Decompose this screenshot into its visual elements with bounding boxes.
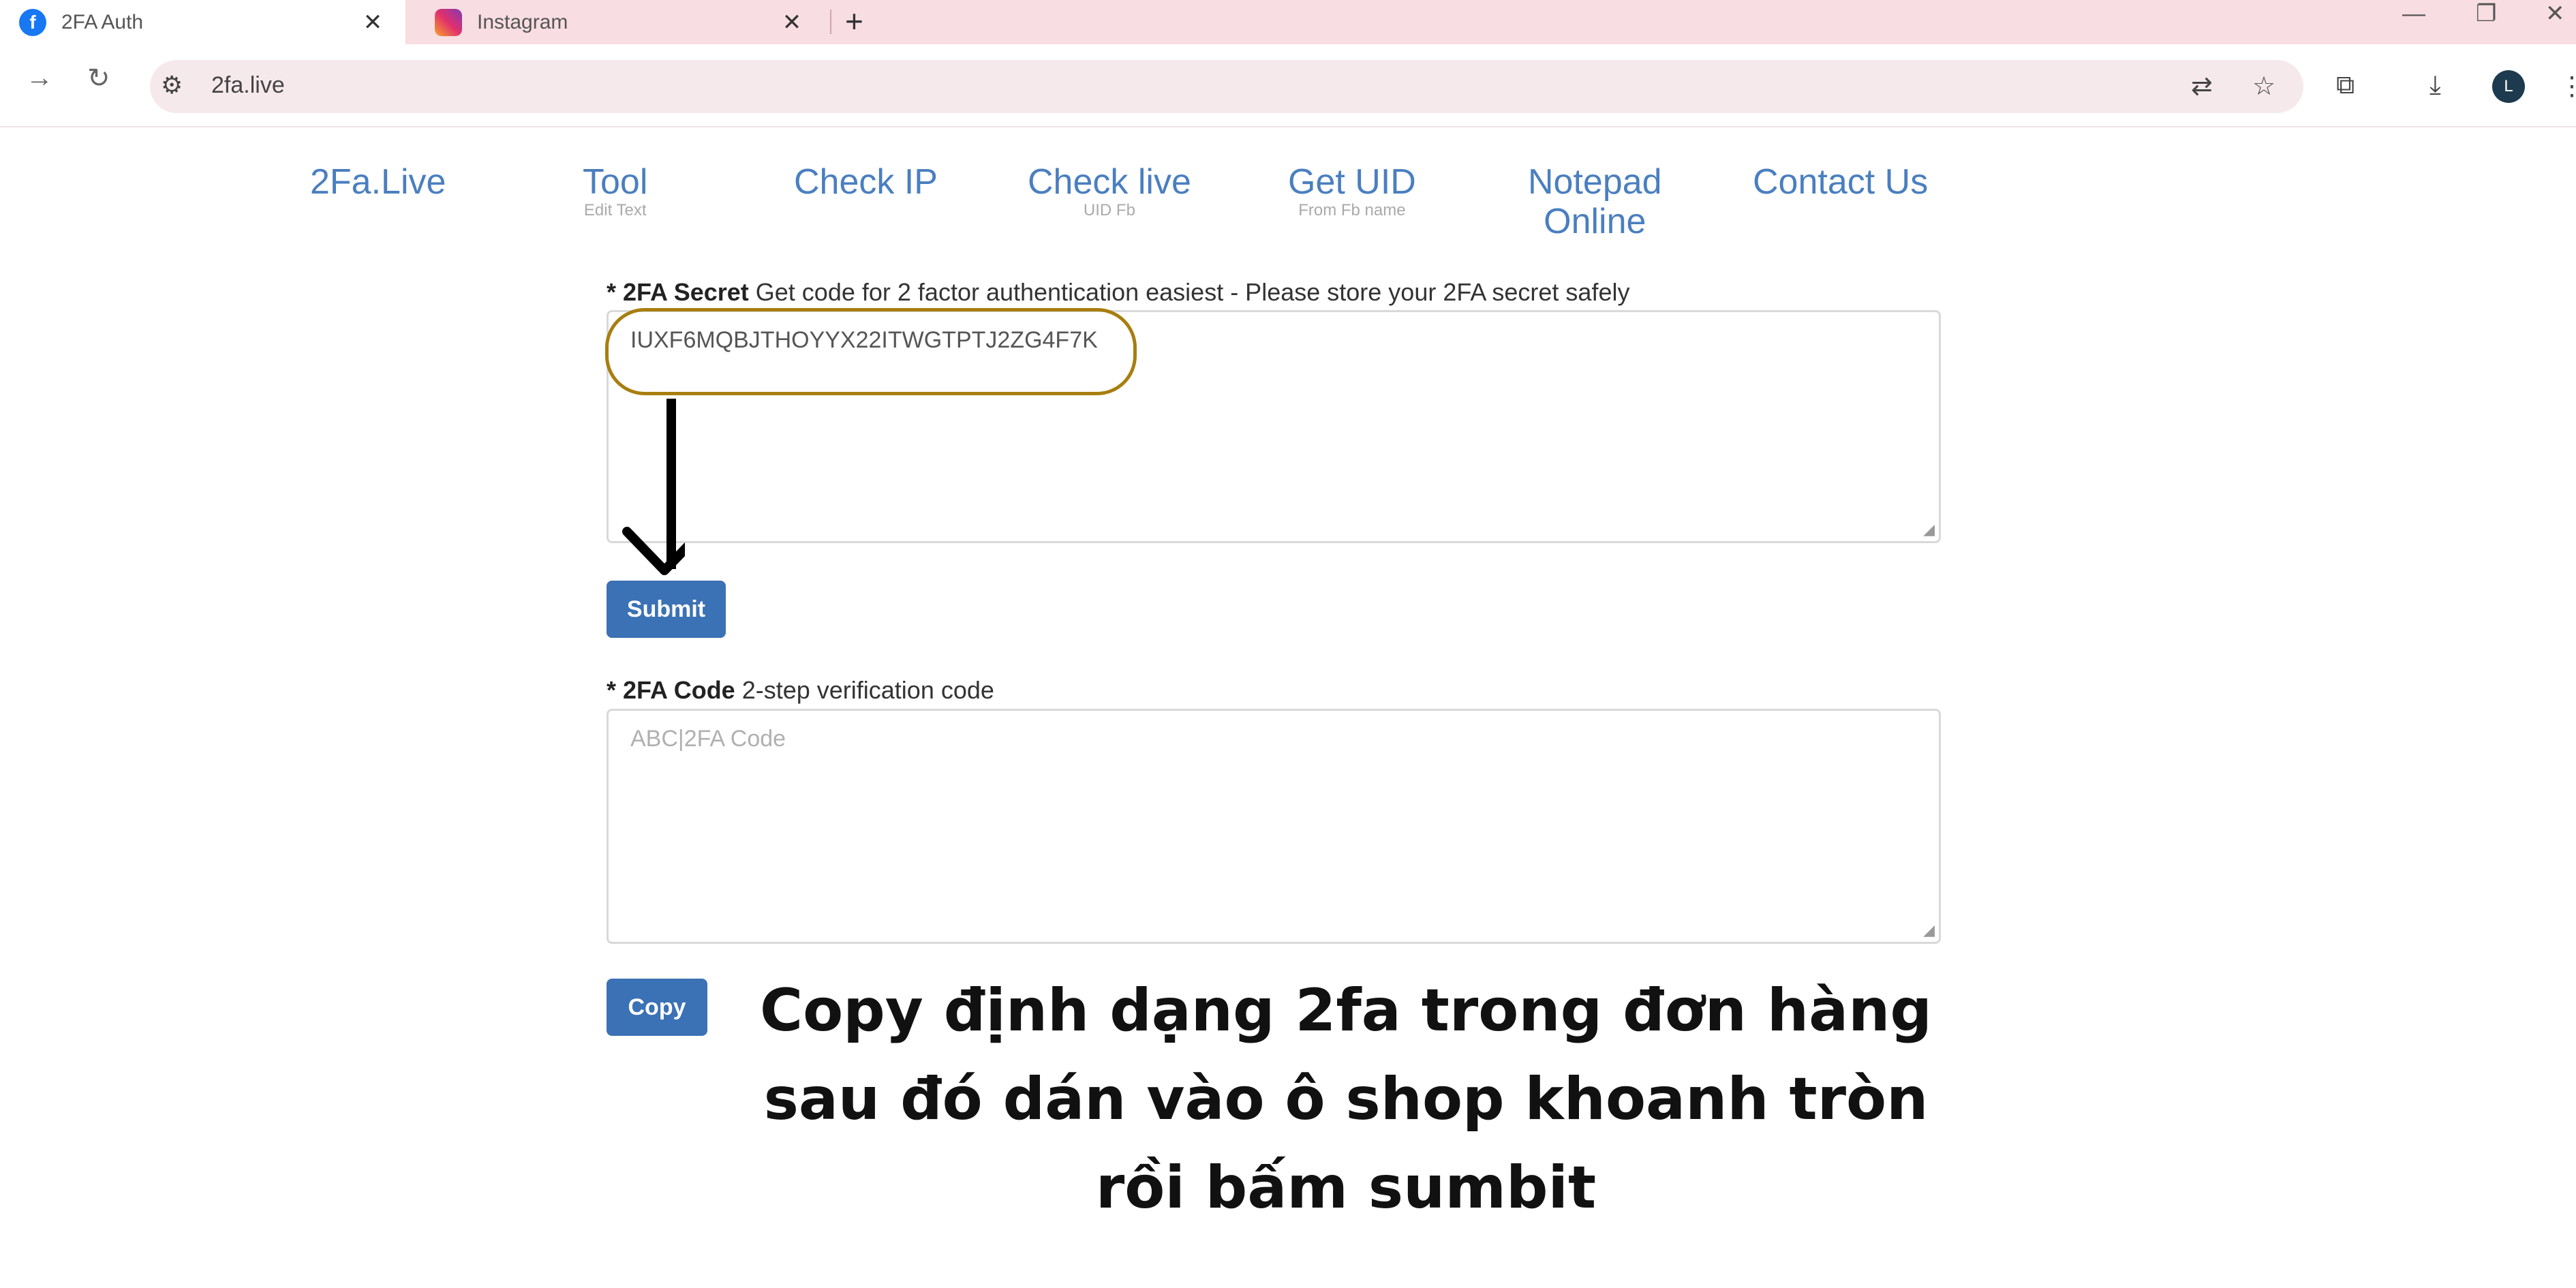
- tab-title: 2FA Auth: [61, 10, 144, 33]
- nav-tool[interactable]: Tool Edit Text: [583, 162, 647, 219]
- extensions-icon[interactable]: ⧉: [2336, 71, 2355, 100]
- instagram-icon: [435, 8, 462, 36]
- address-bar[interactable]: [150, 60, 2303, 113]
- nav-label: Get UID: [1288, 162, 1416, 202]
- tab-separator: [830, 10, 831, 34]
- instruction-text: Copy định dạng 2fa trong đơn hàng sau đó…: [736, 966, 1956, 1232]
- restore-icon[interactable]: ❐: [2476, 0, 2496, 34]
- nav-label: 2Fa.Live: [310, 162, 446, 202]
- reload-icon[interactable]: ↻: [87, 63, 110, 94]
- facebook-icon: f: [19, 8, 46, 36]
- bookmark-star-icon[interactable]: ☆: [2252, 71, 2275, 102]
- down-arrow-icon: [622, 399, 685, 575]
- secret-label-text: Get code for 2 factor authentication eas…: [748, 278, 1630, 306]
- close-window-icon[interactable]: ✕: [2545, 0, 2565, 34]
- menu-icon[interactable]: ⋮: [2559, 71, 2576, 102]
- nav-check-live[interactable]: Check live UID Fb: [1028, 162, 1191, 219]
- nav-label: Notepad: [1528, 162, 1662, 202]
- resize-handle-icon[interactable]: ◢: [1923, 521, 1935, 538]
- translate-icon[interactable]: ⇄: [2191, 71, 2213, 102]
- nav-label-line2: Online: [1544, 202, 1646, 241]
- nav-label: Tool: [583, 162, 648, 202]
- download-icon[interactable]: ⤓: [2429, 71, 2441, 100]
- forward-icon[interactable]: →: [26, 63, 53, 93]
- minimize-icon[interactable]: —: [2402, 0, 2425, 34]
- secret-label-bold: * 2FA Secret: [607, 278, 749, 306]
- nav-check-ip[interactable]: Check IP: [794, 162, 938, 202]
- code-placeholder: ABC|2FA Code: [630, 726, 786, 752]
- nav-sublabel: Edit Text: [583, 201, 647, 219]
- highlight-circle: [605, 308, 1137, 395]
- copy-button[interactable]: Copy: [607, 979, 707, 1036]
- instruction-line: rồi bấm sumbit: [1095, 1154, 1597, 1222]
- secret-label: * 2FA Secret Get code for 2 factor authe…: [607, 278, 1629, 307]
- nav-label: Check IP: [794, 162, 938, 202]
- address-url[interactable]: 2fa.live: [211, 72, 285, 99]
- tab-title: Instagram: [477, 10, 568, 33]
- tab-instagram[interactable]: Instagram ✕: [416, 0, 825, 44]
- code-label-text: 2-step verification code: [735, 676, 994, 704]
- nav-get-uid[interactable]: Get UID From Fb name: [1288, 162, 1416, 219]
- close-icon[interactable]: ✕: [359, 9, 386, 36]
- code-textarea[interactable]: ABC|2FA Code ◢: [607, 709, 1941, 944]
- tab-2fa-auth[interactable]: f 2FA Auth ✕: [0, 0, 405, 44]
- nav-2fa-live[interactable]: 2Fa.Live: [310, 162, 446, 202]
- profile-avatar-icon[interactable]: L: [2492, 70, 2525, 103]
- nav-contact-us[interactable]: Contact Us: [1753, 162, 1928, 202]
- resize-handle-icon[interactable]: ◢: [1923, 921, 1935, 939]
- instruction-line: Copy định dạng 2fa trong đơn hàng: [760, 977, 1932, 1045]
- nav-label: Contact Us: [1753, 162, 1929, 202]
- code-label: * 2FA Code 2-step verification code: [607, 676, 994, 705]
- nav-sublabel: UID Fb: [1083, 201, 1135, 219]
- site-settings-icon[interactable]: ⚙: [161, 71, 183, 99]
- nav-label: Check live: [1028, 162, 1191, 202]
- code-label-bold: * 2FA Code: [607, 676, 735, 704]
- close-icon[interactable]: ✕: [778, 9, 806, 36]
- instruction-line: sau đó dán vào ô shop khoanh tròn: [763, 1065, 1929, 1133]
- submit-button[interactable]: Submit: [607, 581, 726, 638]
- nav-sublabel: From Fb name: [1298, 201, 1406, 219]
- nav-notepad-online[interactable]: Notepad Online: [1528, 162, 1662, 241]
- new-tab-button[interactable]: +: [845, 0, 863, 44]
